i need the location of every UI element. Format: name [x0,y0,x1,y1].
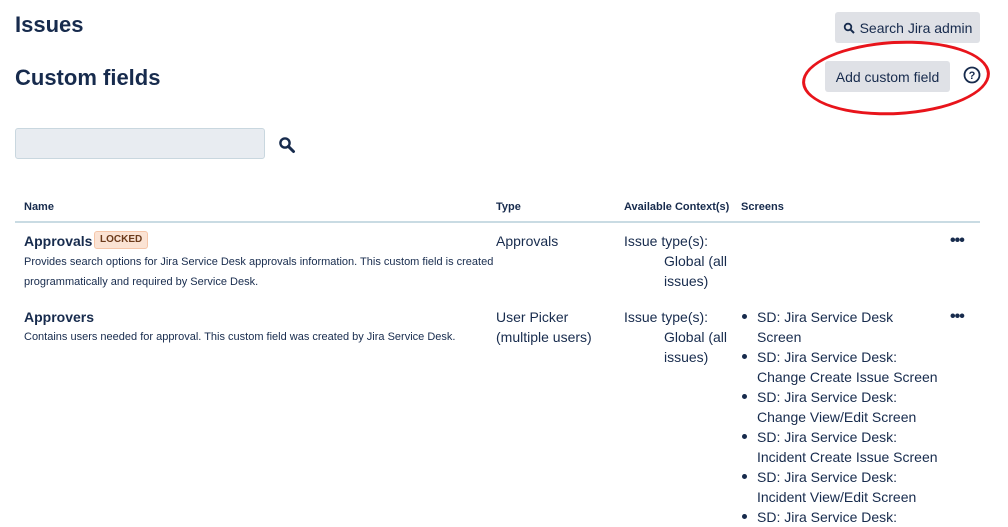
status-badge: LOCKED [94,231,149,249]
column-header-name: Name [24,201,54,213]
search-jira-admin-button[interactable]: Search Jira admin [835,12,980,43]
help-icon[interactable]: ? [963,66,981,84]
more-actions-icon[interactable]: ••• [950,232,965,250]
field-name-approvals[interactable]: Approvals [24,233,92,249]
section-title: Issues [15,12,84,37]
screens-list: SD: Jira Service Desk Screen SD: Jira Se… [739,307,939,527]
context-value: Global (all issues) [664,253,728,289]
context-label: Issue type(s): [624,233,709,249]
column-header-screens: Screens [741,201,784,213]
field-type: User Picker (multiple users) [496,309,592,345]
page-title: Custom fields [15,65,161,90]
add-custom-field-button[interactable]: Add custom field [825,61,950,92]
context-value: Global (all issues) [664,329,728,365]
screen-list-item: SD: Jira Service Desk: Change View/Edit … [739,387,939,427]
screen-list-item: SD: Jira Service Desk: Change Create Iss… [739,347,939,387]
field-description: Contains users needed for approval. This… [24,331,456,343]
search-icon [843,22,855,34]
column-header-contexts: Available Context(s) [624,201,730,213]
more-actions-icon[interactable]: ••• [950,308,965,326]
column-header-type: Type [496,201,521,213]
screen-list-item: SD: Jira Service Desk: Incident Create I… [739,427,939,467]
screen-list-item: SD: Jira Service Desk Screen [739,307,939,347]
search-input[interactable] [15,128,265,159]
table-header-divider [15,221,980,223]
search-icon[interactable] [278,136,298,156]
field-name-approvers[interactable]: Approvers [24,309,94,325]
context-label: Issue type(s): [624,309,709,325]
search-jira-admin-label: Search Jira admin [859,19,973,36]
svg-text:?: ? [969,70,976,82]
field-type: Approvals [496,233,559,249]
field-description: Provides search options for Jira Service… [24,256,494,288]
screen-list-item: SD: Jira Service Desk: [739,507,939,527]
screen-list-item: SD: Jira Service Desk: Incident View/Edi… [739,467,939,507]
